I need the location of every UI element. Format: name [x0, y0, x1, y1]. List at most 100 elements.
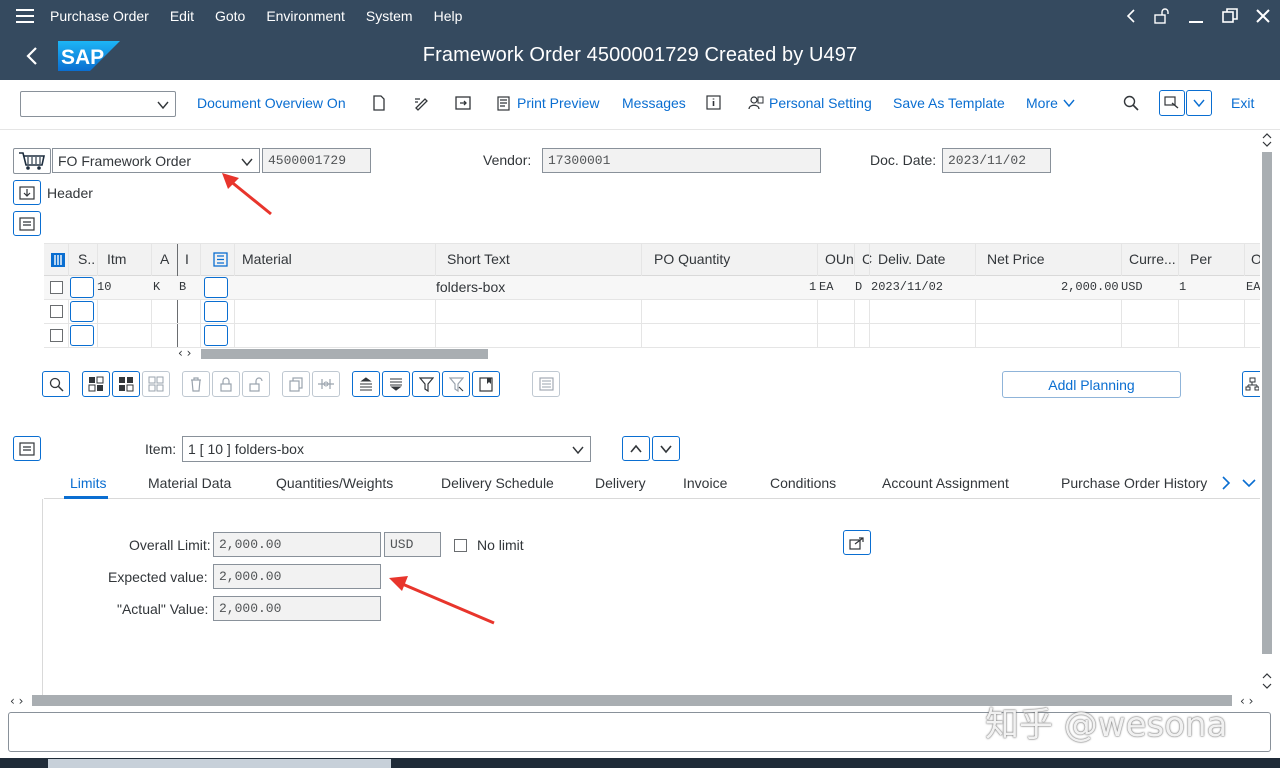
menu-environment[interactable]: Environment — [266, 8, 345, 24]
row-detail-button[interactable] — [204, 301, 228, 322]
edit-toggle-icon[interactable] — [413, 95, 429, 111]
sort-descending-button[interactable] — [382, 371, 410, 397]
vertical-scroll-thumb[interactable] — [1262, 152, 1272, 654]
chevron-down-icon[interactable] — [1242, 477, 1256, 489]
sort-ascending-button[interactable] — [352, 371, 380, 397]
next-item-button[interactable] — [652, 436, 680, 461]
previous-item-button[interactable] — [622, 436, 650, 461]
unlock-button[interactable] — [242, 371, 270, 397]
col-header-status[interactable]: S.. — [78, 251, 95, 267]
save-as-template-button[interactable]: Save As Template — [893, 95, 1005, 111]
col-header-material[interactable]: Material — [242, 251, 292, 267]
scroll-left-right-icon[interactable]: ‹ › — [10, 694, 23, 708]
col-header-date-category[interactable]: C — [862, 251, 872, 267]
limit-detail-button[interactable] — [843, 530, 871, 555]
chevron-right-icon[interactable] — [1221, 476, 1231, 490]
search-icon[interactable] — [1123, 95, 1139, 111]
scroll-up-icon[interactable] — [1261, 132, 1273, 140]
menu-help[interactable]: Help — [434, 8, 463, 24]
actual-value-field[interactable]: 2,000.00 — [213, 596, 381, 621]
doc-date-field[interactable]: 2023/11/02 — [942, 148, 1051, 173]
col-header-currency[interactable]: Curre... — [1129, 251, 1176, 267]
cell-item[interactable]: 10 — [97, 280, 111, 294]
close-icon[interactable] — [1256, 9, 1270, 23]
chevron-left-icon[interactable] — [1126, 9, 1136, 23]
tab-delivery[interactable]: Delivery — [595, 475, 646, 491]
table-row[interactable] — [44, 324, 1260, 348]
collapse-item-detail-button[interactable] — [13, 436, 41, 461]
details-button[interactable] — [42, 371, 70, 397]
tab-conditions[interactable]: Conditions — [770, 475, 836, 491]
print-preview-button[interactable]: Print Preview — [497, 95, 599, 111]
cell-order-unit[interactable]: EA — [819, 280, 833, 294]
column-config-icon[interactable] — [213, 252, 228, 267]
select-all-button[interactable] — [82, 371, 110, 397]
vendor-field[interactable]: 17300001 — [542, 148, 821, 173]
list-view-button[interactable] — [532, 371, 560, 397]
lock-button[interactable] — [212, 371, 240, 397]
messages-button[interactable]: Messages — [622, 95, 686, 111]
table-settings-icon[interactable] — [50, 252, 66, 268]
personal-setting-button[interactable]: Personal Setting — [748, 95, 872, 111]
split-button[interactable] — [312, 371, 340, 397]
scroll-up-icon[interactable] — [1261, 672, 1273, 680]
expected-value-field[interactable]: 2,000.00 — [213, 564, 381, 589]
info-icon[interactable] — [706, 95, 721, 110]
table-scroll-thumb[interactable] — [201, 349, 488, 359]
cell-per[interactable]: 1 — [1179, 280, 1186, 294]
addl-planning-button[interactable]: Addl Planning — [1002, 371, 1181, 398]
scroll-left-right-icon[interactable]: ‹ › — [178, 346, 191, 360]
restore-icon[interactable] — [1222, 8, 1238, 24]
cell-delivery-date[interactable]: 2023/11/02 — [871, 280, 943, 294]
shopping-cart-button[interactable] — [13, 148, 51, 174]
copy-button[interactable] — [282, 371, 310, 397]
vertical-scrollbar[interactable] — [1260, 130, 1274, 695]
tab-delivery-schedule[interactable]: Delivery Schedule — [441, 475, 554, 491]
menu-purchase-order[interactable]: Purchase Order — [50, 8, 149, 24]
deselect-all-button[interactable] — [142, 371, 170, 397]
po-number-field[interactable]: 4500001729 — [262, 148, 371, 173]
document-overview-button[interactable]: Document Overview On — [197, 95, 346, 111]
row-detail-button[interactable] — [204, 325, 228, 346]
unlock-icon[interactable] — [1154, 8, 1170, 24]
tab-account-assignment[interactable]: Account Assignment — [882, 475, 1009, 491]
col-header-per[interactable]: Per — [1190, 251, 1212, 267]
col-header-account-assignment[interactable]: A — [160, 251, 169, 267]
row-select-checkbox[interactable] — [50, 281, 63, 294]
cell-currency[interactable]: USD — [1121, 280, 1143, 294]
col-header-item[interactable]: Itm — [107, 251, 126, 267]
filter-button[interactable] — [412, 371, 440, 397]
row-status-button[interactable] — [70, 277, 94, 298]
cell-order-price-unit[interactable]: EA — [1246, 280, 1260, 294]
scroll-left-right-icon[interactable]: ‹ › — [1240, 694, 1253, 708]
col-header-po-quantity[interactable]: PO Quantity — [654, 251, 730, 267]
col-header-short-text[interactable]: Short Text — [447, 251, 510, 267]
row-select-checkbox[interactable] — [50, 329, 63, 342]
col-header-item-category[interactable]: I — [185, 251, 189, 267]
order-type-select[interactable]: FO Framework Order — [52, 148, 260, 173]
remove-filter-button[interactable] — [442, 371, 470, 397]
menu-goto[interactable]: Goto — [215, 8, 245, 24]
expand-header-button[interactable] — [13, 180, 41, 205]
row-status-button[interactable] — [70, 301, 94, 322]
item-select[interactable]: 1 [ 10 ] folders-box — [182, 436, 591, 462]
table-row[interactable]: 10 K B folders-box 1 EA D 2023/11/02 2,0… — [44, 276, 1260, 300]
command-field[interactable] — [20, 91, 176, 117]
delete-button[interactable] — [182, 371, 210, 397]
gui-actions-dropdown[interactable] — [1186, 90, 1212, 116]
bookmark-button[interactable] — [472, 371, 500, 397]
minimize-icon[interactable] — [1188, 8, 1204, 24]
document-icon[interactable] — [372, 95, 386, 111]
gui-actions-button[interactable] — [1159, 90, 1185, 116]
cell-po-quantity[interactable]: 1 — [809, 280, 816, 294]
row-detail-button[interactable] — [204, 277, 228, 298]
limit-currency-field[interactable]: USD — [384, 532, 441, 557]
org-structure-button[interactable] — [1242, 371, 1260, 397]
cell-short-text[interactable]: folders-box — [436, 279, 505, 295]
tab-purchase-order-history[interactable]: Purchase Order History — [1061, 475, 1207, 491]
cell-net-price[interactable]: 2,000.00 — [1061, 280, 1119, 294]
table-horizontal-scrollbar[interactable]: ‹ › — [178, 346, 1260, 360]
col-header-net-price[interactable]: Net Price — [987, 251, 1045, 267]
row-status-button[interactable] — [70, 325, 94, 346]
cell-date-category[interactable]: D — [855, 280, 862, 294]
